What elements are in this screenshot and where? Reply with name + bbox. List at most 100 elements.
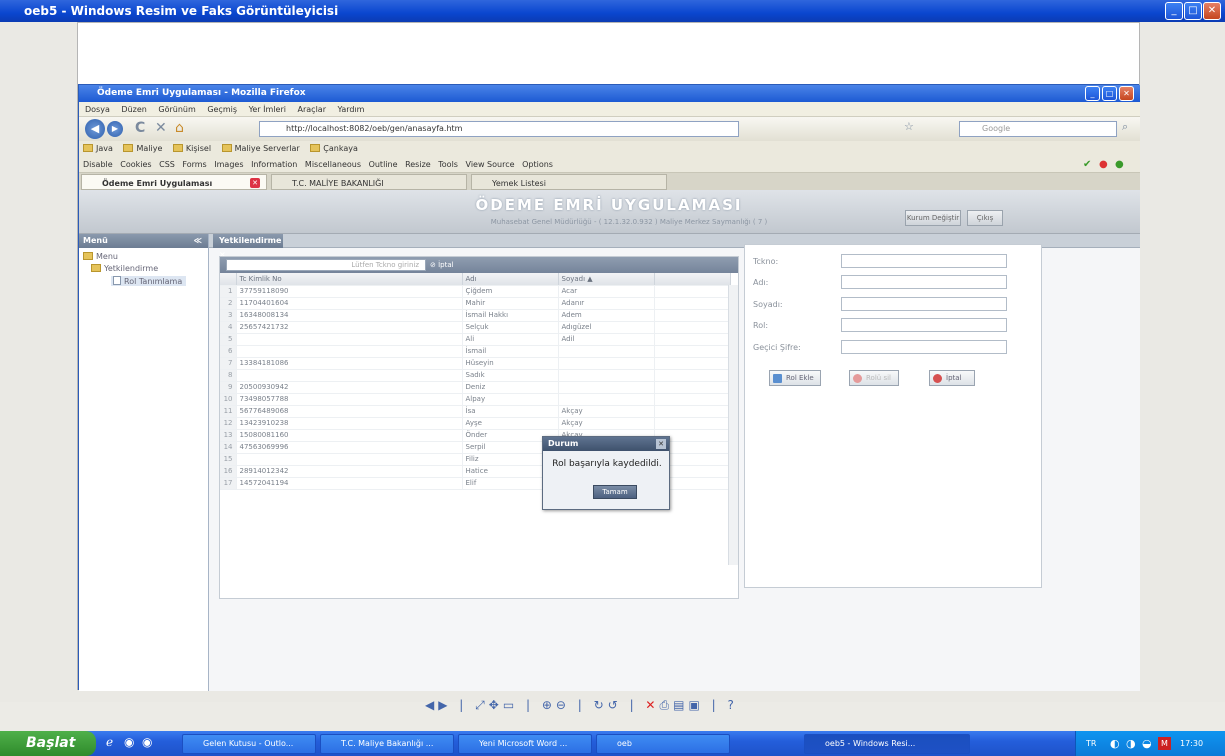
tray-icon[interactable]: ◐ bbox=[1110, 731, 1120, 756]
check-icon[interactable]: ✔ bbox=[1083, 156, 1091, 173]
webdev-forms[interactable]: Forms bbox=[182, 160, 206, 169]
search-input[interactable]: Google bbox=[959, 121, 1117, 137]
webdev-images[interactable]: Images bbox=[214, 160, 243, 169]
tab-yetkilendirme[interactable]: Yetkilendirme × bbox=[213, 234, 283, 259]
help-icon[interactable]: ? bbox=[727, 698, 737, 712]
bookmark-star-icon[interactable]: ☆ bbox=[904, 120, 914, 133]
col-adi[interactable]: Adı bbox=[462, 273, 559, 286]
cikis-button[interactable]: Çıkış bbox=[967, 210, 1003, 226]
tab-maliye[interactable]: T.C. MALİYE BAKANLIĞI bbox=[271, 174, 467, 190]
tckno-filter-input[interactable]: Lütfen Tckno giriniz bbox=[226, 259, 426, 271]
menu-gorunum[interactable]: Görünüm bbox=[158, 105, 195, 114]
next-image-icon[interactable]: ▶ bbox=[438, 698, 451, 712]
webdev-resize[interactable]: Resize bbox=[405, 160, 431, 169]
forward-icon[interactable]: ▶ bbox=[107, 121, 123, 137]
table-row[interactable]: 10 73498057788 Alpay bbox=[220, 393, 730, 406]
tckno-field[interactable] bbox=[841, 254, 1007, 268]
table-row[interactable]: 7 13384181086 Hüseyin bbox=[220, 357, 730, 370]
tree-node-rol-tanimlama[interactable]: Rol Tanımlama bbox=[111, 276, 187, 286]
grid-scrollbar[interactable] bbox=[728, 285, 738, 565]
menu-araclar[interactable]: Araçlar bbox=[298, 105, 326, 114]
quicklaunch-icon[interactable]: ◉ bbox=[124, 735, 134, 749]
table-row[interactable]: 4 25657421732 Selçuk Adıgüzel bbox=[220, 321, 730, 334]
slideshow-icon[interactable]: ▭ bbox=[503, 698, 518, 712]
tray-icon[interactable]: ◒ bbox=[1142, 731, 1152, 756]
webdev-tools[interactable]: Tools bbox=[438, 160, 458, 169]
menu-yerimleri[interactable]: Yer İmleri bbox=[249, 105, 286, 114]
reload-icon[interactable]: C bbox=[135, 120, 145, 136]
col-soyadi[interactable]: Soyadı ▲ bbox=[558, 273, 655, 286]
taskbar-outlook[interactable]: Gelen Kutusu - Outlo... bbox=[182, 734, 316, 754]
table-row[interactable]: 6 İsmail bbox=[220, 345, 730, 358]
home-icon[interactable]: ⌂ bbox=[175, 120, 184, 136]
minimize-button[interactable]: _ bbox=[1165, 2, 1183, 20]
bookmark-maliye[interactable]: Maliye bbox=[123, 144, 162, 153]
bookmark-maliye-serverlar[interactable]: Maliye Serverlar bbox=[221, 144, 300, 153]
bookmark-kisisel[interactable]: Kişisel bbox=[172, 144, 211, 153]
adi-field[interactable] bbox=[841, 275, 1007, 289]
table-row[interactable]: 12 13423910238 Ayşe Akçay bbox=[220, 417, 730, 430]
webdev-css[interactable]: CSS bbox=[159, 160, 175, 169]
table-row[interactable]: 8 Sadık bbox=[220, 369, 730, 382]
col-tc-kimlik-no[interactable]: Tc Kimlik No bbox=[236, 273, 463, 286]
kurum-degistir-button[interactable]: Kurum Değiştir bbox=[905, 210, 961, 226]
previous-image-icon[interactable]: ◀ bbox=[425, 698, 438, 712]
maximize-button[interactable]: □ bbox=[1184, 2, 1202, 20]
tab-close-icon[interactable]: ✕ bbox=[250, 178, 260, 188]
dialog-ok-button[interactable]: Tamam bbox=[593, 485, 637, 499]
back-icon[interactable]: ◀ bbox=[85, 119, 105, 139]
ff-maximize-button[interactable]: □ bbox=[1102, 86, 1117, 101]
webdev-options[interactable]: Options bbox=[522, 160, 553, 169]
print-icon[interactable]: ⎙ bbox=[659, 698, 673, 712]
tree-node-menu[interactable]: Menu bbox=[83, 252, 118, 261]
delete-icon[interactable]: ✕ bbox=[645, 698, 659, 712]
gecici-sifre-field[interactable] bbox=[841, 340, 1007, 354]
rol-sil-button[interactable]: Rolü sil bbox=[849, 370, 899, 386]
menu-duzen[interactable]: Düzen bbox=[121, 105, 146, 114]
ff-minimize-button[interactable]: _ bbox=[1085, 86, 1100, 101]
menu-dosya[interactable]: Dosya bbox=[85, 105, 110, 114]
tab-odeme-emri[interactable]: Ödeme Emri Uygulaması ✕ bbox=[81, 174, 267, 190]
taskbar-image-viewer[interactable]: oeb5 - Windows Resi... bbox=[804, 734, 970, 754]
collapse-icon[interactable]: ≪ bbox=[194, 234, 202, 248]
zoom-out-icon[interactable]: ⊖ bbox=[556, 698, 570, 712]
menu-yardim[interactable]: Yardım bbox=[338, 105, 365, 114]
webdev-cookies[interactable]: Cookies bbox=[120, 160, 151, 169]
webdev-information[interactable]: Information bbox=[251, 160, 297, 169]
rol-ekle-button[interactable]: Rol Ekle bbox=[769, 370, 821, 386]
menu-gecmis[interactable]: Geçmiş bbox=[207, 105, 237, 114]
table-row[interactable]: 11 56776489068 İsa Akçay bbox=[220, 405, 730, 418]
tray-icon[interactable]: ◑ bbox=[1126, 731, 1136, 756]
search-icon[interactable]: ⌕ bbox=[1122, 120, 1128, 134]
stop-icon[interactable]: ✕ bbox=[155, 120, 167, 136]
close-button[interactable]: ✕ bbox=[1203, 2, 1221, 20]
table-row[interactable]: 1 37759118090 Çiğdem Acar bbox=[220, 285, 730, 298]
form-cancel-button[interactable]: İptal bbox=[929, 370, 975, 386]
tree-node-yetkilendirme[interactable]: Yetkilendirme bbox=[91, 264, 158, 273]
table-row[interactable]: 2 11704401604 Mahir Adanır bbox=[220, 297, 730, 310]
start-button[interactable]: Başlat bbox=[0, 731, 96, 756]
status-icon[interactable]: ● bbox=[1115, 156, 1124, 173]
quicklaunch-ie-icon[interactable]: ℯ bbox=[106, 735, 113, 749]
soyadi-field[interactable] bbox=[841, 297, 1007, 311]
grid-cancel-button[interactable]: ⊘ İptal bbox=[430, 259, 454, 271]
rotate-ccw-icon[interactable]: ↺ bbox=[608, 698, 622, 712]
table-row[interactable]: 5 Ali Adil bbox=[220, 333, 730, 346]
rotate-cw-icon[interactable]: ↻ bbox=[594, 698, 608, 712]
save-icon[interactable]: ▤ bbox=[673, 698, 688, 712]
taskbar-word[interactable]: Yeni Microsoft Word ... bbox=[458, 734, 592, 754]
best-fit-icon[interactable]: ⤢ bbox=[475, 698, 489, 712]
webdev-outline[interactable]: Outline bbox=[369, 160, 398, 169]
bookmark-java[interactable]: Java bbox=[83, 144, 113, 153]
open-icon[interactable]: ▣ bbox=[688, 698, 703, 712]
webdev-miscellaneous[interactable]: Miscellaneous bbox=[305, 160, 361, 169]
rol-field[interactable] bbox=[841, 318, 1007, 332]
tray-m-icon[interactable]: M bbox=[1158, 737, 1171, 750]
table-row[interactable]: 9 20500930942 Deniz bbox=[220, 381, 730, 394]
tab-yemek-listesi[interactable]: Yemek Listesi bbox=[471, 174, 667, 190]
taskbar-firefox[interactable]: T.C. Maliye Bakanlığı ... bbox=[320, 734, 454, 754]
ff-close-button[interactable]: ✕ bbox=[1119, 86, 1134, 101]
dialog-close-icon[interactable]: ✕ bbox=[656, 439, 666, 449]
error-icon[interactable]: ● bbox=[1099, 156, 1108, 173]
url-input[interactable]: http://localhost:8082/oeb/gen/anasayfa.h… bbox=[259, 121, 739, 137]
